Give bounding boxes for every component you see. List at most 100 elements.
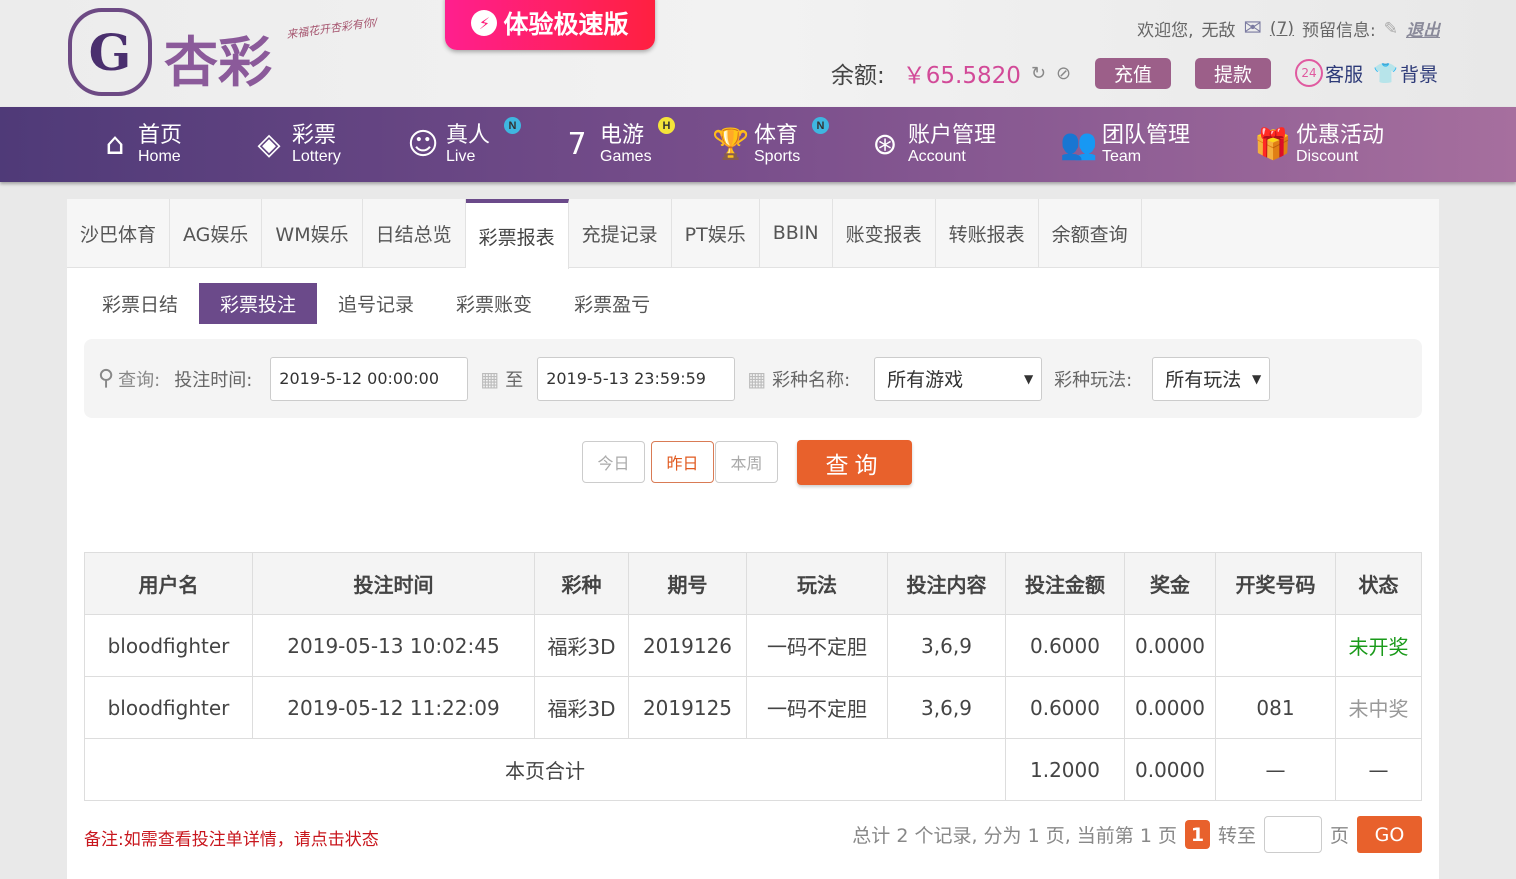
nav-item-live[interactable]: ☺ 真人 Live N xyxy=(400,107,521,182)
yesterday-button[interactable]: 昨日 xyxy=(651,441,714,483)
tab-7[interactable]: BBIN xyxy=(760,199,833,267)
table-cell xyxy=(1215,614,1336,677)
table-cell: 3,6,9 xyxy=(887,676,1006,739)
calendar-icon[interactable]: ▦ xyxy=(480,367,499,391)
background-link[interactable]: 👕 背景 xyxy=(1373,60,1438,87)
speed-version-button[interactable]: ⚡ 体验极速版 xyxy=(445,0,655,50)
nav-item-home[interactable]: ⌂ 首页 Home xyxy=(92,107,206,182)
nav-label-en: Account xyxy=(908,148,966,165)
column-header: 奖金 xyxy=(1124,552,1216,615)
column-header: 玩法 xyxy=(746,552,888,615)
this-week-button[interactable]: 本周 xyxy=(715,441,778,483)
go-button[interactable]: GO xyxy=(1357,816,1422,853)
table-cell: 2019-05-13 10:02:45 xyxy=(252,614,535,677)
status-link[interactable]: 未中奖 xyxy=(1335,676,1422,739)
calendar-icon[interactable]: ▦ xyxy=(747,367,766,391)
current-page[interactable]: 1 xyxy=(1184,820,1210,849)
status-link[interactable]: 未开奖 xyxy=(1335,614,1422,677)
nav-item-sports[interactable]: 🏆 体育 Sports N xyxy=(708,107,829,182)
game-select[interactable]: 所有游戏 ▼ xyxy=(874,356,1043,401)
nav-item-team[interactable]: 👥 团队管理 Team xyxy=(1056,107,1210,182)
tab-0[interactable]: 沙巴体育 xyxy=(67,199,171,267)
table-cell: 2019-05-12 11:22:09 xyxy=(252,676,535,739)
service-label: 客服 xyxy=(1325,63,1364,86)
nav-item-lottery[interactable]: ◈ 彩票 Lottery xyxy=(246,107,360,182)
withdraw-button[interactable]: 提款 xyxy=(1195,57,1272,89)
nav-badge: N xyxy=(812,117,829,134)
mail-count[interactable]: (7) xyxy=(1270,19,1294,39)
goto-page-input[interactable] xyxy=(1263,816,1322,853)
table-cell: 一码不定胆 xyxy=(746,614,888,677)
subtab-0[interactable]: 彩票日结 xyxy=(81,283,199,324)
search-bar: ⚲ 查询: 投注时间: 2019-5-12 00:00:00 ▦ 至 2019-… xyxy=(84,339,1422,418)
subtab-2[interactable]: 追号记录 xyxy=(317,283,435,324)
column-header: 彩种 xyxy=(534,552,629,615)
deposit-button[interactable]: 充值 xyxy=(1095,57,1172,89)
nav-label-cn: 首页 xyxy=(138,123,183,148)
tab-6[interactable]: PT娱乐 xyxy=(672,199,760,267)
nav-item-account[interactable]: ⊛ 账户管理 Account xyxy=(862,107,1016,182)
content-panel: 沙巴体育 AG娱乐 WM娱乐 日结总览 彩票报表 充提记录 PT娱乐 BBIN 账变报表 转账报表… xyxy=(67,199,1439,879)
total-row: 本页合计 1.2000 0.0000— — xyxy=(84,738,1422,801)
main-nav: ⌂ 首页 Home ◈ 彩票 Lottery ☺ 真人 Live N 7 电游 Games H 🏆 体育 Spo… xyxy=(0,107,1516,182)
table-cell: 0.0000 xyxy=(1124,614,1216,677)
subtab-4[interactable]: 彩票盈亏 xyxy=(553,283,671,324)
start-time-input[interactable]: 2019-5-12 00:00:00 xyxy=(270,356,469,401)
bolt-icon: ⚡ xyxy=(471,10,498,36)
username: 无敌 xyxy=(1201,21,1236,41)
dropdown-arrow-icon: ▼ xyxy=(1252,371,1262,386)
total-label: 本页合计 xyxy=(84,738,1006,801)
tab-5[interactable]: 充提记录 xyxy=(569,199,672,267)
nav-item-discount[interactable]: 🎁 优惠活动 Discount xyxy=(1250,107,1400,182)
column-header: 投注金额 xyxy=(1005,552,1125,615)
query-button[interactable]: 查询 xyxy=(797,440,912,485)
nav-item-games[interactable]: 7 电游 Games H xyxy=(554,107,675,182)
logo-text[interactable]: 杏彩 xyxy=(164,18,272,97)
background-label: 背景 xyxy=(1399,63,1438,86)
page-unit: 页 xyxy=(1329,825,1349,847)
nav-label-cn: 真人 xyxy=(446,123,491,148)
mail-icon[interactable]: ✉ xyxy=(1243,16,1261,41)
nav-label-en: Team xyxy=(1102,148,1142,165)
tab-4[interactable]: 彩票报表 xyxy=(465,199,569,269)
subtab-3[interactable]: 彩票账变 xyxy=(435,283,553,324)
tab-3[interactable]: 日结总览 xyxy=(363,199,466,267)
total-bonus: 0.0000 xyxy=(1124,738,1216,801)
customer-service-link[interactable]: 24 客服 xyxy=(1295,59,1363,87)
subtab-1[interactable]: 彩票投注 xyxy=(199,283,318,324)
column-header: 开奖号码 xyxy=(1215,552,1336,615)
sports-icon: 🏆 xyxy=(712,127,750,162)
nav-label-en: Sports xyxy=(754,148,801,165)
tab-9[interactable]: 转账报表 xyxy=(936,199,1039,267)
reserved-info-label: 预留信息: xyxy=(1302,21,1376,41)
tab-2[interactable]: WM娱乐 xyxy=(262,199,363,267)
column-header: 用户名 xyxy=(84,552,253,615)
to-label: 至 xyxy=(505,369,524,391)
table-cell: 0.6000 xyxy=(1005,676,1125,739)
tab-8[interactable]: 账变报表 xyxy=(833,199,936,267)
table-cell: 2019126 xyxy=(628,614,747,677)
tab-10[interactable]: 余额查询 xyxy=(1039,199,1142,267)
today-button[interactable]: 今日 xyxy=(582,441,645,483)
logo-emblem[interactable]: G xyxy=(68,8,152,96)
slogan: 来福花开杏彩有你/ xyxy=(285,15,379,42)
table-cell: bloodfighter xyxy=(84,676,253,739)
end-time-input[interactable]: 2019-5-13 23:59:59 xyxy=(537,356,736,401)
pagination: 总计 2 个记录, 分为 1 页, 当前第 1 页 1 转至 页 GO xyxy=(852,816,1422,853)
edit-icon[interactable]: ✎ xyxy=(1384,19,1398,39)
total-amount: 1.2000 xyxy=(1005,738,1125,801)
logout-link[interactable]: 退出 xyxy=(1406,16,1440,41)
hide-balance-icon[interactable]: ⊘ xyxy=(1056,63,1071,84)
game-label: 彩种名称: xyxy=(772,369,851,391)
play-select[interactable]: 所有玩法 ▼ xyxy=(1152,356,1271,401)
column-header: 期号 xyxy=(628,552,747,615)
refresh-icon[interactable]: ↻ xyxy=(1031,63,1046,84)
nav-label-cn: 团队管理 xyxy=(1102,123,1191,148)
tab-1[interactable]: AG娱乐 xyxy=(170,199,263,267)
nav-label-en: Live xyxy=(446,148,476,165)
dropdown-arrow-icon: ▼ xyxy=(1023,371,1034,386)
home-icon: ⌂ xyxy=(105,127,125,162)
bets-table: 用户名 投注时间 彩种 期号 玩法 投注内容 投注金额 奖金 开奖号码 状态 bloodfight… xyxy=(84,552,1422,801)
nav-label-cn: 优惠活动 xyxy=(1296,123,1385,148)
balance-label: 余额: xyxy=(831,63,885,89)
